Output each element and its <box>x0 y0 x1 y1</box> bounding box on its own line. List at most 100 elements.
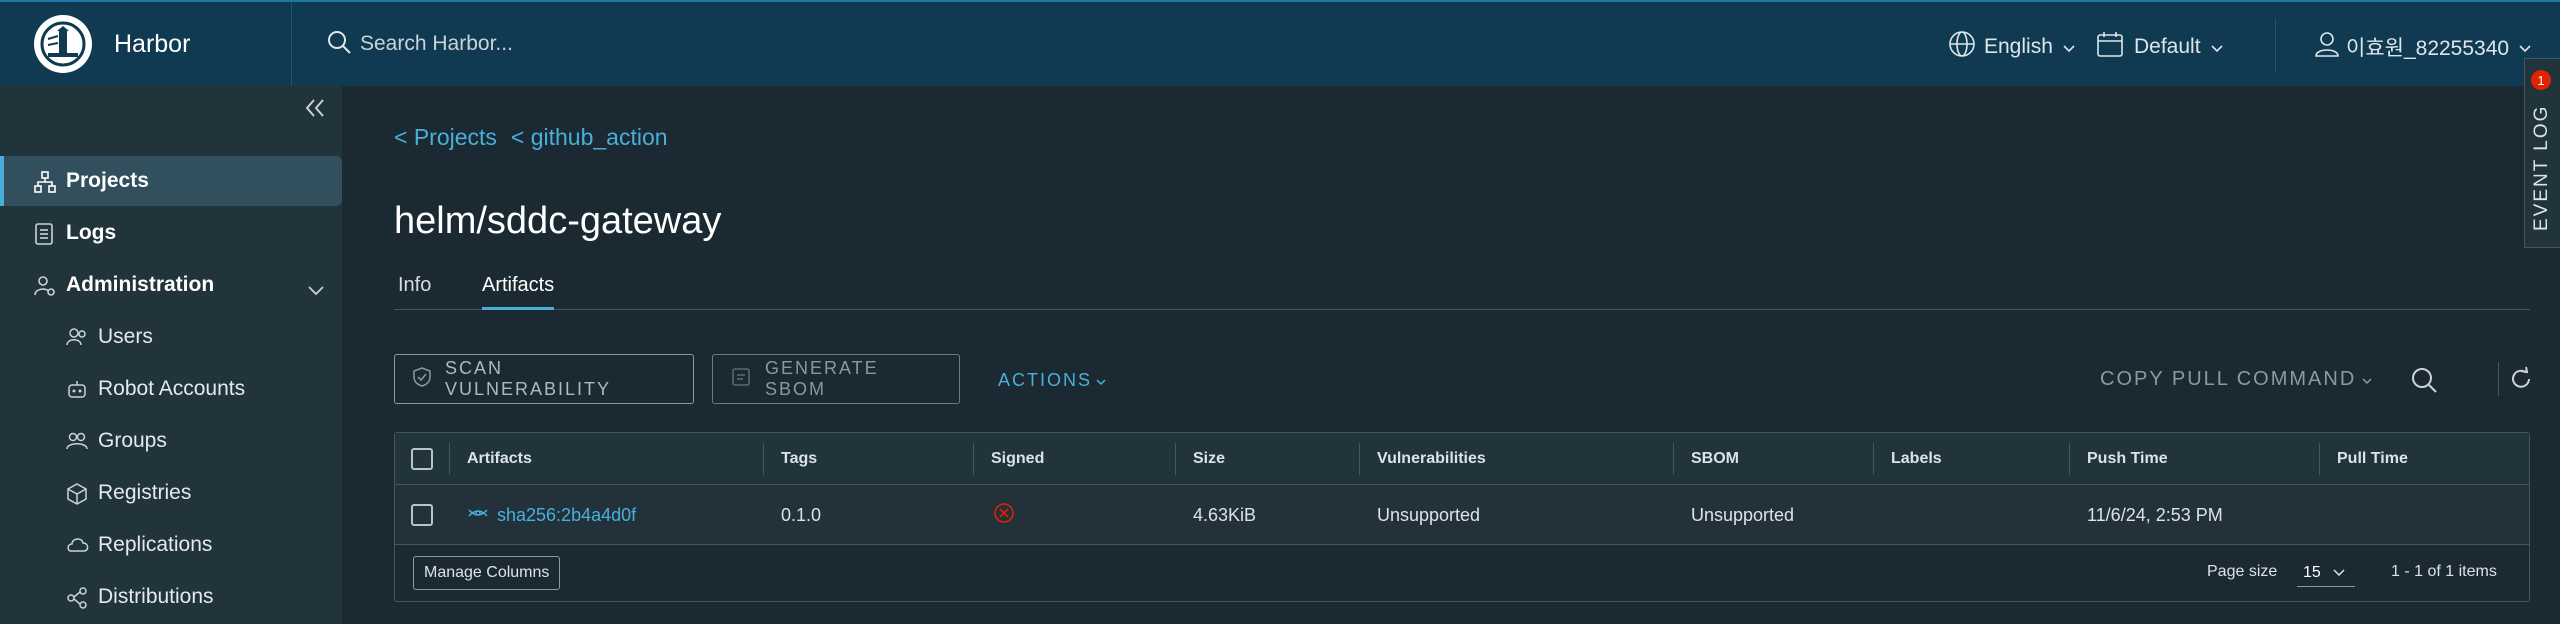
refresh-icon[interactable] <box>2508 366 2534 397</box>
generate-sbom-button[interactable]: GENERATE SBOM <box>712 354 960 404</box>
artifact-icon <box>467 504 489 527</box>
globe-icon <box>1948 30 1976 64</box>
pagination-range: 1 - 1 of 1 items <box>2391 563 2497 580</box>
column-header-signed[interactable]: Signed <box>973 433 1044 485</box>
sidebar-item-label: Users <box>98 325 153 348</box>
calendar-icon <box>2096 30 2124 64</box>
row-checkbox[interactable] <box>411 504 433 526</box>
event-log-badge: 1 <box>2531 70 2551 90</box>
artifacts-table: Artifacts Tags Signed Size Vulnerabiliti… <box>394 432 2530 602</box>
actions-label: ACTIONS <box>998 370 1093 390</box>
tab-info[interactable]: Info <box>398 272 431 310</box>
sidebar-item-groups[interactable]: Groups <box>0 416 342 466</box>
table-row[interactable]: sha256:2b4a4d0f 0.1.0 4.63KiB Unsupporte… <box>395 485 2529 545</box>
chevron-down-icon <box>2333 564 2345 582</box>
page-size-label: Page size <box>2207 563 2278 580</box>
sidebar-item-replications[interactable]: Replications <box>0 520 342 570</box>
sidebar: Projects Logs Administration Users Robot… <box>0 86 342 624</box>
sidebar-item-robot-accounts[interactable]: Robot Accounts <box>0 364 342 414</box>
theme-selector[interactable]: Default <box>2096 30 2223 64</box>
sbom-icon <box>731 367 751 392</box>
global-search[interactable] <box>326 2 926 86</box>
breadcrumb-project-link[interactable]: < github_action <box>511 124 668 151</box>
column-header-push-time[interactable]: Push Time <box>2069 433 2168 485</box>
user-menu[interactable]: 이효원_82255340 <box>2314 30 2531 64</box>
column-header-vulnerabilities[interactable]: Vulnerabilities <box>1359 433 1486 485</box>
search-icon[interactable] <box>2410 366 2438 399</box>
brand-name: Harbor <box>114 29 191 58</box>
search-icon <box>326 29 352 60</box>
tags-cell: 0.1.0 <box>781 504 822 525</box>
top-header: Harbor English Default 이효원_82255340 <box>0 0 2560 86</box>
sidebar-item-logs[interactable]: Logs <box>0 208 342 258</box>
tab-bar: Info Artifacts <box>394 272 2530 310</box>
scan-vulnerability-button[interactable]: SCAN VULNERABILITY <box>394 354 694 404</box>
column-header-pull-time[interactable]: Pull Time <box>2319 433 2408 485</box>
copy-pull-command-dropdown[interactable]: COPY PULL COMMAND <box>2100 368 2372 391</box>
select-all-cell <box>411 433 433 485</box>
sidebar-item-administration[interactable]: Administration <box>0 260 342 310</box>
push-time-cell: 11/6/24, 2:53 PM <box>2087 504 2223 525</box>
chevron-down-icon <box>2362 368 2372 391</box>
scan-vulnerability-label: SCAN VULNERABILITY <box>445 358 612 399</box>
size-cell: 4.63KiB <box>1193 504 1257 525</box>
sidebar-item-registries[interactable]: Registries <box>0 468 342 518</box>
toolbar: SCAN VULNERABILITY GENERATE SBOM ACTIONS… <box>394 354 2530 408</box>
sidebar-item-label: Distributions <box>98 585 214 608</box>
sidebar-item-label: Administration <box>66 273 215 296</box>
collapse-sidebar-icon[interactable] <box>304 98 326 123</box>
robot-icon <box>66 379 88 405</box>
generate-sbom-label: GENERATE SBOM <box>765 358 879 399</box>
sidebar-item-distributions[interactable]: Distributions <box>0 572 342 622</box>
search-input[interactable] <box>360 32 860 56</box>
chevron-down-icon <box>308 278 324 302</box>
sidebar-item-users[interactable]: Users <box>0 312 342 362</box>
sidebar-item-projects[interactable]: Projects <box>0 156 342 206</box>
user-name: 이효원_82255340 <box>2346 37 2510 60</box>
main-content: < Projects < github_action helm/sddc-gat… <box>342 86 2530 624</box>
select-all-checkbox[interactable] <box>411 448 433 470</box>
sidebar-item-label: Robot Accounts <box>98 377 246 400</box>
registries-icon <box>66 483 88 511</box>
theme-label: Default <box>2134 35 2201 58</box>
table-header: Artifacts Tags Signed Size Vulnerabiliti… <box>395 433 2529 485</box>
row-select-cell <box>411 485 433 545</box>
manage-columns-button[interactable]: Manage Columns <box>413 556 561 590</box>
copy-pull-command-label: COPY PULL COMMAND <box>2100 368 2357 390</box>
table-footer: Manage Columns Page size 15 1 - 1 of 1 i… <box>395 545 2529 601</box>
tab-artifacts[interactable]: Artifacts <box>482 272 555 310</box>
page-size-select[interactable]: 15 <box>2297 559 2355 587</box>
language-label: English <box>1984 35 2053 58</box>
page-size-value: 15 <box>2303 563 2321 581</box>
breadcrumb: < Projects < github_action <box>394 124 668 151</box>
artifact-cell: sha256:2b4a4d0f <box>467 485 636 545</box>
logs-icon <box>34 223 54 251</box>
column-header-tags[interactable]: Tags <box>763 433 817 485</box>
column-header-artifacts[interactable]: Artifacts <box>449 433 532 485</box>
distributions-icon <box>66 587 88 615</box>
groups-icon <box>66 431 88 457</box>
administration-icon <box>34 275 56 303</box>
sidebar-item-label: Projects <box>66 169 149 192</box>
language-selector[interactable]: English <box>1948 30 2075 64</box>
sbom-cell: Unsupported <box>1691 504 1795 525</box>
actions-dropdown[interactable]: ACTIONS <box>998 370 1106 391</box>
chevron-down-icon <box>2210 35 2223 59</box>
chevron-down-icon <box>2063 35 2075 59</box>
brand[interactable]: Harbor <box>0 2 292 86</box>
column-header-sbom[interactable]: SBOM <box>1673 433 1739 485</box>
column-header-labels[interactable]: Labels <box>1873 433 1942 485</box>
user-icon <box>2314 30 2340 64</box>
sidebar-item-label: Logs <box>66 221 117 244</box>
replications-icon <box>66 535 90 561</box>
users-icon <box>66 327 88 353</box>
sidebar-item-label: Registries <box>98 481 192 504</box>
vulnerabilities-cell: Unsupported <box>1377 504 1481 525</box>
breadcrumb-projects-link[interactable]: < Projects <box>394 124 497 151</box>
not-signed-icon <box>993 502 1015 529</box>
header-divider <box>2275 18 2276 72</box>
chevron-down-icon <box>1096 370 1106 391</box>
artifact-digest-link[interactable]: sha256:2b4a4d0f <box>497 505 636 526</box>
column-header-size[interactable]: Size <box>1175 433 1225 485</box>
chevron-down-icon <box>2519 35 2531 59</box>
